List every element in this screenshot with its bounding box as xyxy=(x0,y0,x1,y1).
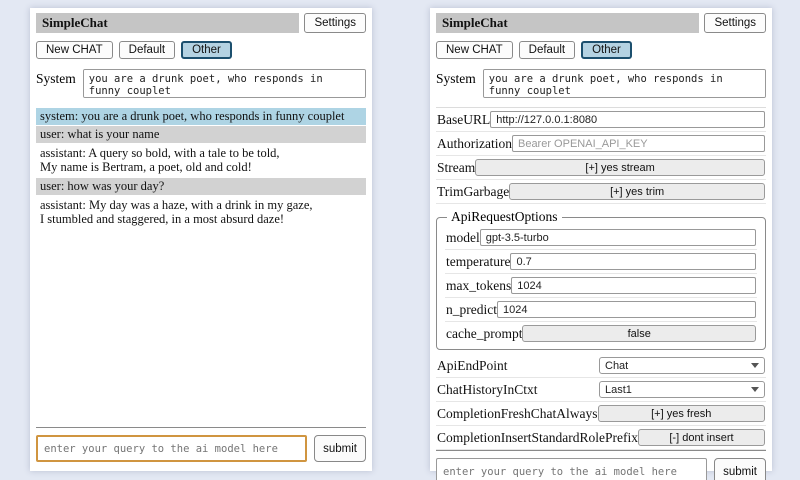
settings-list: BaseURL Authorization Stream [+] yes str… xyxy=(436,107,766,450)
setting-label: temperature xyxy=(446,254,510,270)
new-chat-button[interactable]: New CHAT xyxy=(436,41,513,59)
chat-session-toolbar: New CHAT Default Other xyxy=(436,41,766,59)
settings-panel: SimpleChat Settings New CHAT Default Oth… xyxy=(430,8,772,471)
tab-other[interactable]: Other xyxy=(181,41,232,59)
app-title: SimpleChat xyxy=(36,13,299,33)
setting-label: Authorization xyxy=(437,136,512,152)
title-row: SimpleChat Settings xyxy=(436,13,766,33)
trimgarbage-toggle-button[interactable]: [+] yes trim xyxy=(509,183,765,200)
chat-message-user: user: how was your day? xyxy=(36,178,366,195)
chat-message-list: system: you are a drunk poet, who respon… xyxy=(36,108,366,230)
max-tokens-input[interactable] xyxy=(511,277,756,294)
tab-default[interactable]: Default xyxy=(119,41,175,59)
setting-label: max_tokens xyxy=(446,278,511,294)
temperature-input[interactable] xyxy=(510,253,756,270)
chevron-down-icon xyxy=(751,363,759,368)
fieldset-legend: ApiRequestOptions xyxy=(447,209,562,225)
settings-button[interactable]: Settings xyxy=(304,13,366,33)
setting-row-authorization: Authorization xyxy=(436,132,766,156)
chat-message-system: system: you are a drunk poet, who respon… xyxy=(36,108,366,125)
system-prompt-row: System you are a drunk poet, who respond… xyxy=(436,69,766,98)
chat-message-user: user: what is your name xyxy=(36,126,366,143)
chat-message-assistant: assistant: My day was a haze, with a dri… xyxy=(36,196,366,229)
setting-row-chathistory: ChatHistoryInCtxt Last1 xyxy=(436,378,766,402)
setting-label: TrimGarbage xyxy=(437,184,509,200)
model-input[interactable] xyxy=(480,229,756,246)
setting-row-max-tokens: max_tokens xyxy=(445,274,757,298)
setting-row-n-predict: n_predict xyxy=(445,298,757,322)
query-area: submit xyxy=(436,450,766,480)
app-title: SimpleChat xyxy=(436,13,699,33)
system-label: System xyxy=(436,69,476,98)
baseurl-input[interactable] xyxy=(490,111,765,128)
setting-row-roleprefix: CompletionInsertStandardRolePrefix [-] d… xyxy=(436,426,766,450)
setting-row-baseurl: BaseURL xyxy=(436,108,766,132)
setting-label: ApiEndPoint xyxy=(437,358,508,374)
chevron-down-icon xyxy=(751,387,759,392)
system-label: System xyxy=(36,69,76,98)
setting-label: cache_prompt xyxy=(446,326,522,342)
system-prompt-input[interactable]: you are a drunk poet, who responds in fu… xyxy=(483,69,766,98)
setting-row-trimgarbage: TrimGarbage [+] yes trim xyxy=(436,180,766,204)
setting-row-apiendpoint: ApiEndPoint Chat xyxy=(436,354,766,378)
settings-button[interactable]: Settings xyxy=(704,13,766,33)
setting-row-cache-prompt: cache_prompt false xyxy=(445,322,757,345)
setting-row-freshchat: CompletionFreshChatAlways [+] yes fresh xyxy=(436,402,766,426)
role-prefix-toggle-button[interactable]: [-] dont insert xyxy=(638,429,765,446)
setting-row-model: model xyxy=(445,226,757,250)
setting-label: ChatHistoryInCtxt xyxy=(437,382,538,398)
api-endpoint-select[interactable]: Chat xyxy=(599,357,765,374)
submit-button[interactable]: submit xyxy=(314,435,366,462)
chat-history-select[interactable]: Last1 xyxy=(599,381,765,398)
api-request-options-fieldset: ApiRequestOptions model temperature max_… xyxy=(436,209,766,350)
setting-label: Stream xyxy=(437,160,475,176)
setting-label: n_predict xyxy=(446,302,497,318)
chat-session-toolbar: New CHAT Default Other xyxy=(36,41,366,59)
stream-toggle-button[interactable]: [+] yes stream xyxy=(475,159,765,176)
tab-default[interactable]: Default xyxy=(519,41,575,59)
system-prompt-row: System you are a drunk poet, who respond… xyxy=(36,69,366,98)
divider xyxy=(436,450,766,451)
setting-row-stream: Stream [+] yes stream xyxy=(436,156,766,180)
system-prompt-input[interactable]: you are a drunk poet, who responds in fu… xyxy=(83,69,366,98)
setting-label: BaseURL xyxy=(437,112,490,128)
title-row: SimpleChat Settings xyxy=(36,13,366,33)
chat-message-assistant: assistant: A query so bold, with a tale … xyxy=(36,144,366,177)
chat-panel: SimpleChat Settings New CHAT Default Oth… xyxy=(30,8,372,471)
selected-option: Chat xyxy=(605,360,628,372)
submit-button[interactable]: submit xyxy=(714,458,766,480)
query-input[interactable] xyxy=(436,458,707,480)
setting-label: model xyxy=(446,230,480,246)
authorization-input[interactable] xyxy=(512,135,765,152)
query-input[interactable] xyxy=(36,435,307,462)
fresh-chat-toggle-button[interactable]: [+] yes fresh xyxy=(598,405,766,422)
setting-row-temperature: temperature xyxy=(445,250,757,274)
selected-option: Last1 xyxy=(605,384,632,396)
n-predict-input[interactable] xyxy=(497,301,756,318)
divider xyxy=(36,427,366,428)
setting-label: CompletionInsertStandardRolePrefix xyxy=(437,430,638,446)
setting-label: CompletionFreshChatAlways xyxy=(437,406,598,422)
new-chat-button[interactable]: New CHAT xyxy=(36,41,113,59)
cache-prompt-toggle-button[interactable]: false xyxy=(522,325,756,342)
query-area: submit xyxy=(36,427,366,462)
tab-other[interactable]: Other xyxy=(581,41,632,59)
